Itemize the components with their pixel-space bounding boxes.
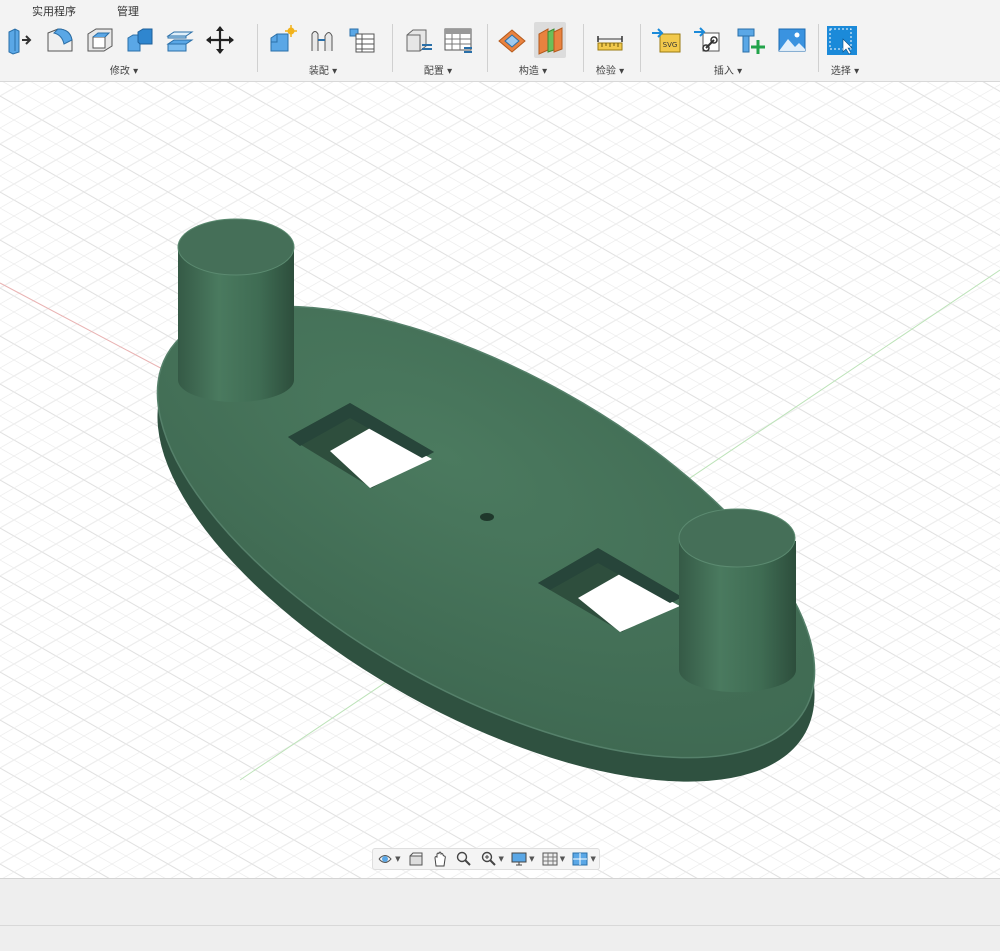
divider: [392, 24, 393, 72]
assemble-menu[interactable]: 装配 ▾: [262, 62, 384, 77]
grid-settings-button[interactable]: ▼: [541, 851, 565, 867]
orbit-icon: [378, 855, 392, 863]
svg-text:SVG: SVG: [663, 41, 678, 49]
viewports-icon: [572, 852, 588, 866]
zoom-icon: [457, 851, 471, 866]
construct-group: 构造 ▾: [492, 20, 580, 78]
select-group: 选择 ▾: [822, 20, 872, 78]
offset-face-icon[interactable]: [164, 22, 196, 58]
peg-left: [177, 218, 295, 402]
grid-settings-icon: [542, 852, 558, 866]
pan-icon: [434, 851, 446, 867]
insert-menu[interactable]: 插入 ▾: [646, 62, 810, 77]
select-menu[interactable]: 选择 ▾: [822, 62, 868, 77]
press-pull-icon[interactable]: [4, 22, 36, 58]
measure-icon[interactable]: [594, 22, 626, 58]
fit-button[interactable]: ▼: [480, 851, 504, 867]
display-settings-icon: [511, 852, 527, 866]
peg-right: [678, 508, 796, 693]
inspect-menu[interactable]: 检验 ▾: [590, 62, 630, 77]
display-settings-button[interactable]: ▼: [510, 851, 535, 867]
insert-mesh-icon[interactable]: [734, 22, 766, 58]
table-icon[interactable]: [346, 22, 378, 58]
new-component-icon[interactable]: [266, 22, 298, 58]
zoom-button[interactable]: [455, 851, 473, 867]
midplane-icon[interactable]: [534, 22, 566, 58]
select-icon[interactable]: [826, 22, 858, 58]
center-hole: [480, 513, 494, 521]
inspect-group: 检验 ▾: [590, 20, 636, 78]
fillet-icon[interactable]: [44, 22, 76, 58]
toolbar: 实用程序 管理 修改 ▾ 装配 ▾ 配置 ▾ 构造 ▾ 检验 ▾ SVG 插入 …: [0, 0, 1000, 82]
model-canvas[interactable]: [0, 82, 1000, 878]
construct-menu[interactable]: 构造 ▾: [492, 62, 574, 77]
navigation-bar: ▼ ▼ ▼ ▼ ▼: [372, 848, 600, 870]
assemble-group: 装配 ▾: [262, 20, 390, 78]
divider: [818, 24, 819, 72]
insert-derive-icon[interactable]: [692, 22, 724, 58]
canvas-viewport[interactable]: [0, 82, 1000, 878]
configure-menu[interactable]: 配置 ▾: [398, 62, 478, 77]
divider: [640, 24, 641, 72]
look-at-icon: [409, 852, 423, 866]
configuration-table-icon[interactable]: [442, 22, 474, 58]
tab-utilities[interactable]: 实用程序: [32, 3, 76, 19]
divider: [583, 24, 584, 72]
modify-menu[interactable]: 修改 ▾: [0, 62, 248, 77]
modify-group: 修改 ▾: [0, 20, 254, 78]
shell-icon[interactable]: [84, 22, 116, 58]
combine-icon[interactable]: [124, 22, 156, 58]
move-icon[interactable]: [204, 22, 236, 58]
configure-group: 配置 ▾: [398, 20, 484, 78]
joint-icon[interactable]: [306, 22, 338, 58]
look-at-button[interactable]: [407, 851, 425, 867]
orbit-button[interactable]: ▼: [376, 851, 401, 867]
offset-plane-icon[interactable]: [496, 22, 528, 58]
fit-icon: [481, 851, 496, 866]
status-bar: [0, 878, 1000, 951]
tab-manage[interactable]: 管理: [117, 3, 139, 19]
divider: [487, 24, 488, 72]
divider: [257, 24, 258, 72]
viewports-button[interactable]: ▼: [571, 851, 596, 867]
insert-svg-icon[interactable]: SVG: [650, 22, 682, 58]
insert-group: SVG 插入 ▾: [646, 20, 816, 78]
configure-icon[interactable]: [402, 22, 434, 58]
insert-canvas-icon[interactable]: [776, 22, 808, 58]
status-divider: [0, 925, 1000, 926]
pan-button[interactable]: [431, 851, 449, 867]
